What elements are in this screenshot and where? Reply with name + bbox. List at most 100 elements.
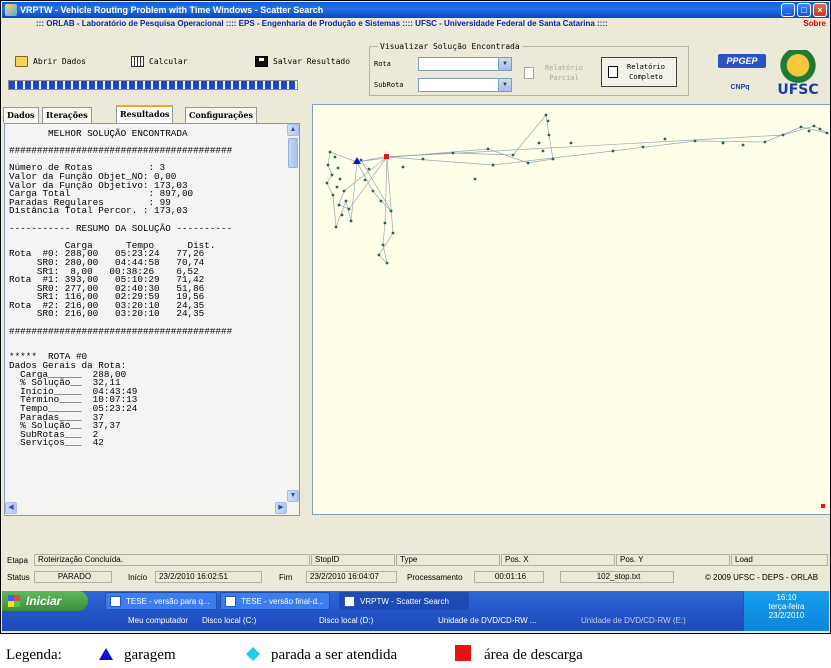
stop-node[interactable] [347, 207, 351, 211]
unload-area-marker[interactable] [384, 154, 389, 159]
full-report-button[interactable]: Relatório Completo [601, 57, 677, 87]
stop-node[interactable] [385, 261, 389, 265]
stop-node[interactable] [799, 125, 803, 129]
route-map[interactable] [312, 104, 830, 515]
scroll-right-icon[interactable]: ▶ [275, 502, 287, 514]
stop-node[interactable] [337, 203, 341, 207]
stop-node[interactable] [328, 150, 332, 154]
horizontal-scrollbar[interactable]: ◀ ▶ [5, 502, 299, 515]
route-select[interactable]: ▼ [418, 57, 512, 71]
stop-node[interactable] [389, 209, 393, 213]
taskbar-item-label: TESE - versão final-d... [241, 597, 324, 606]
stop-node[interactable] [569, 141, 573, 145]
scroll-up-icon[interactable]: ▲ [287, 124, 299, 136]
stop-node[interactable] [491, 163, 495, 167]
tab-resultados[interactable]: Resultados [116, 105, 174, 123]
stop-node[interactable] [371, 189, 375, 193]
stop-node[interactable] [641, 145, 645, 149]
stop-node[interactable] [781, 133, 785, 137]
stop-node[interactable] [526, 161, 530, 165]
tab-dados[interactable]: Dados [3, 107, 39, 123]
unload-area-marker[interactable] [821, 504, 825, 508]
stop-node[interactable] [473, 177, 477, 181]
stop-node[interactable] [693, 139, 697, 143]
stop-node[interactable] [451, 151, 455, 155]
stop-node[interactable] [326, 163, 330, 167]
stop-node[interactable] [547, 133, 551, 137]
scroll-thumb[interactable] [288, 138, 298, 168]
minimize-button[interactable]: _ [781, 3, 795, 17]
stop-node[interactable] [807, 129, 811, 133]
stop-node[interactable] [663, 137, 667, 141]
taskbar-item[interactable]: TESE - versão final-d... [220, 592, 330, 610]
stop-node[interactable] [333, 155, 337, 159]
app-icon [5, 4, 17, 16]
chevron-down-icon[interactable]: ▼ [498, 79, 511, 91]
stop-node[interactable] [342, 189, 346, 193]
stop-node[interactable] [741, 143, 745, 147]
stop-node[interactable] [611, 149, 615, 153]
tab-configuracoes[interactable]: Configurações [185, 107, 257, 123]
calculate-button[interactable]: Calcular [124, 50, 232, 74]
stop-node[interactable] [383, 221, 387, 225]
stop-node[interactable] [544, 113, 548, 117]
quick-link-my-computer[interactable]: Meu computador [128, 612, 188, 629]
chevron-down-icon[interactable]: ▼ [498, 58, 511, 70]
tab-iteracoes[interactable]: Iterações [42, 107, 92, 123]
stop-node[interactable] [381, 243, 385, 247]
stop-node[interactable] [359, 158, 363, 162]
quick-link-disk-c[interactable]: Disco local (C:) [202, 612, 256, 629]
stop-node[interactable] [349, 219, 353, 223]
stop-node[interactable] [486, 147, 490, 151]
taskbar-item-active[interactable]: VRPTW - Scatter Search [339, 592, 469, 610]
stop-node[interactable] [334, 225, 338, 229]
maximize-button[interactable]: □ [797, 3, 811, 17]
stop-node[interactable] [367, 167, 371, 171]
stop-node[interactable] [340, 213, 344, 217]
stop-node[interactable] [338, 177, 342, 181]
stop-node[interactable] [818, 127, 822, 131]
type-label: Type [396, 554, 500, 566]
about-link[interactable]: Sobre [803, 18, 826, 30]
scroll-left-icon[interactable]: ◀ [5, 502, 17, 514]
stop-node[interactable] [421, 157, 425, 161]
open-data-button[interactable]: Abrir Dados [8, 50, 118, 74]
stop-node[interactable] [401, 165, 405, 169]
stop-node[interactable] [379, 199, 383, 203]
system-tray: 16:10 terça-feira 23/2/2010 [743, 591, 829, 631]
stop-icon [246, 647, 260, 661]
stop-node[interactable] [331, 193, 335, 197]
stop-node[interactable] [541, 149, 545, 153]
stop-node[interactable] [391, 231, 395, 235]
stop-node[interactable] [363, 178, 367, 182]
quick-link-dvd[interactable]: Unidade de DVD/CD-RW ... [438, 612, 537, 629]
subroute-select[interactable]: ▼ [418, 78, 512, 92]
title-bar[interactable]: VRPTW - Vehicle Routing Problem with Tim… [2, 2, 829, 18]
stop-node[interactable] [344, 199, 348, 203]
legend-stop: parada a ser atendida [271, 647, 398, 663]
stop-node[interactable] [825, 131, 829, 135]
quick-link-dvd-e[interactable]: Unidade de DVD/CD-RW (E:) [581, 612, 686, 629]
stop-node[interactable] [377, 253, 381, 257]
stop-node[interactable] [537, 141, 541, 145]
stop-node[interactable] [812, 124, 816, 128]
stop-node[interactable] [546, 119, 550, 123]
taskbar-item[interactable]: TESE - versão para q... [105, 592, 217, 610]
results-text[interactable]: MELHOR SOLUÇÃO ENCONTRADA ##############… [5, 124, 291, 502]
stop-node[interactable] [336, 166, 340, 170]
save-result-button[interactable]: Salvar Resultado [248, 50, 370, 74]
close-button[interactable]: × [813, 3, 827, 17]
stop-node[interactable] [335, 185, 339, 189]
stop-node[interactable] [551, 157, 555, 161]
stop-node[interactable] [511, 153, 515, 157]
route-map-canvas[interactable] [313, 105, 830, 514]
quick-link-disk-d[interactable]: Disco local (D:) [319, 612, 373, 629]
stop-node[interactable] [763, 140, 767, 144]
scroll-down-icon[interactable]: ▼ [287, 490, 299, 502]
partial-report-button[interactable]: Relatório Parcial [518, 59, 596, 87]
stop-node[interactable] [721, 141, 725, 145]
start-button[interactable]: Iniciar [2, 591, 88, 611]
vertical-scrollbar[interactable]: ▲ ▼ [287, 124, 299, 502]
stop-node[interactable] [330, 173, 334, 177]
stop-node[interactable] [325, 181, 329, 185]
